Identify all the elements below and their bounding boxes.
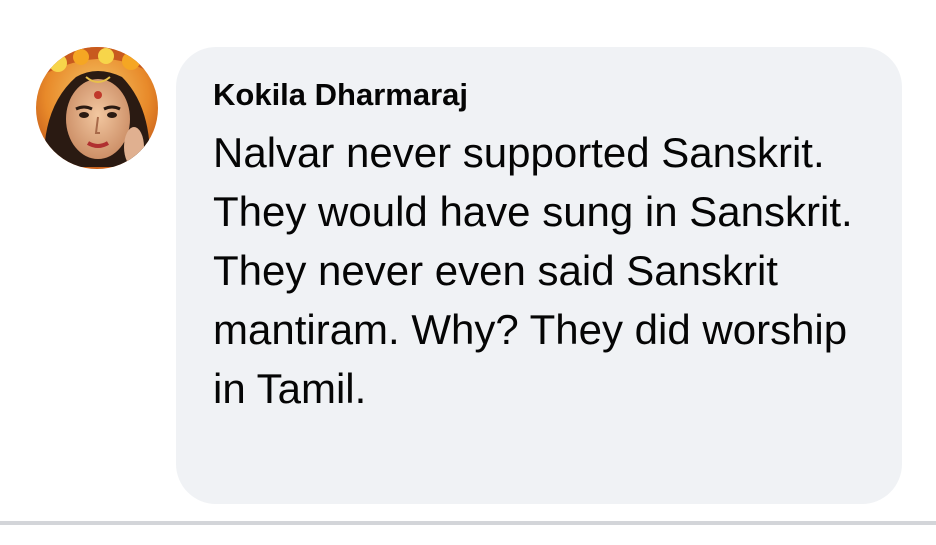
divider: [0, 521, 936, 525]
comment: Kokila Dharmaraj Nalvar never supported …: [0, 0, 936, 520]
comment-text: Nalvar never supported Sanskrit. They wo…: [213, 129, 853, 412]
author-avatar[interactable]: [36, 47, 158, 169]
avatar-photo-icon: [36, 47, 158, 169]
comment-bubble: Kokila Dharmaraj Nalvar never supported …: [176, 47, 902, 504]
author-name[interactable]: Kokila Dharmaraj: [213, 75, 872, 115]
